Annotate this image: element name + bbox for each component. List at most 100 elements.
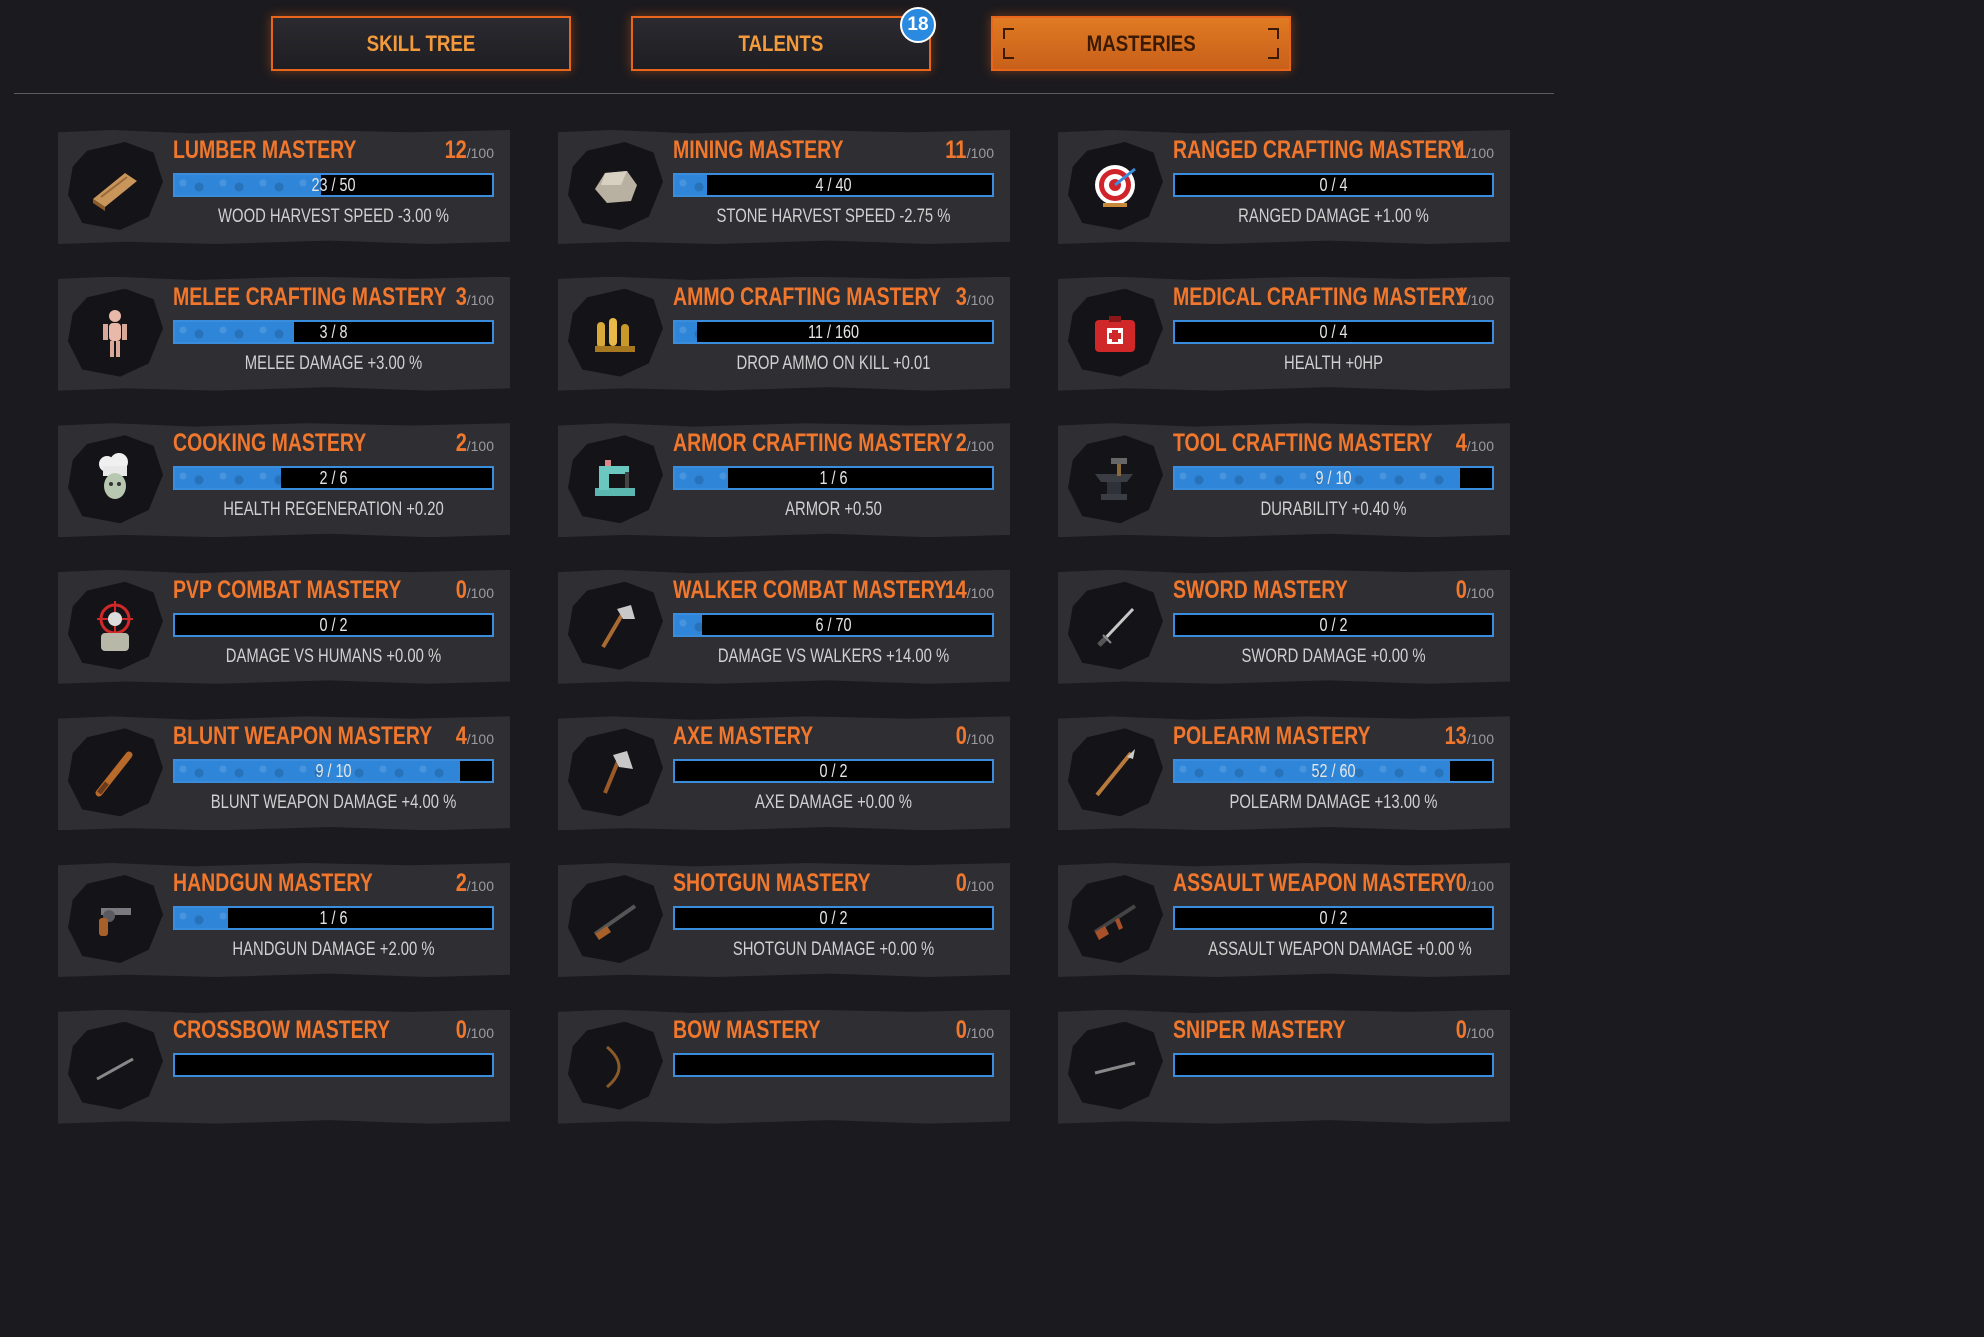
mastery-card[interactable]: SHOTGUN MASTERY 0/100 0 / 2 SHOTGUN DAMA… — [558, 863, 1010, 977]
mastery-effect: HEALTH +0HP — [1284, 352, 1383, 374]
mastery-card[interactable]: BOW MASTERY 0/100 — [558, 1009, 1010, 1124]
medkit-icon — [1080, 299, 1150, 369]
mastery-progress-bar: 52 / 60 — [1173, 759, 1494, 784]
mastery-level-max: /100 — [1466, 438, 1494, 455]
mastery-progress-bar — [673, 1052, 994, 1077]
mastery-level: 12/100 — [439, 136, 495, 165]
mastery-card[interactable]: CROSSBOW MASTERY 0/100 — [58, 1009, 510, 1124]
tab-skill-tree[interactable]: SKILL TREE — [271, 16, 571, 71]
mastery-level-max: /100 — [966, 731, 994, 748]
mastery-progress-text: 6 / 70 — [815, 614, 852, 635]
mastery-progress-bar: 1 / 6 — [673, 466, 994, 491]
bow-icon — [580, 1032, 650, 1102]
mastery-card[interactable]: WALKER COMBAT MASTERY 14/100 6 / 70 DAMA… — [558, 569, 1010, 684]
anvil-icon — [1080, 445, 1150, 515]
mastery-level: 14/100 — [939, 575, 995, 605]
mastery-level-value: 0 — [1455, 575, 1467, 604]
mastery-effect: DROP AMMO ON KILL +0.01 — [736, 352, 931, 374]
mastery-progress-bar — [1173, 1052, 1494, 1077]
mastery-progress-text: 0 / 2 — [819, 908, 848, 928]
mastery-effect: WOOD HARVEST SPEED -3.00 % — [218, 206, 449, 227]
mastery-progress-bar: 0 / 4 — [1173, 319, 1494, 344]
tab-talents[interactable]: TALENTS 18 — [631, 7, 936, 71]
shotgun-icon — [580, 885, 650, 955]
mastery-card[interactable]: AMMO CRAFTING MASTERY 3/100 11 / 160 DRO… — [558, 276, 1010, 391]
soldier-target-icon — [80, 592, 150, 662]
mastery-effect: SWORD DAMAGE +0.00 % — [1241, 645, 1426, 667]
mastery-effect: DURABILITY +0.40 % — [1260, 499, 1407, 521]
mastery-level-value: 4 — [455, 722, 467, 751]
mastery-level: 4/100 — [453, 722, 494, 751]
mastery-progress-text: 52 / 60 — [1311, 761, 1356, 782]
mastery-level: 0/100 — [453, 1016, 494, 1045]
mastery-level: 1/100 — [1453, 136, 1494, 165]
hatchet-icon — [580, 592, 650, 662]
mastery-title: SWORD MASTERY — [1173, 575, 1348, 604]
mastery-level-value: 11 — [945, 136, 967, 164]
mastery-progress-fill — [675, 175, 707, 195]
mastery-progress-bar: 23 / 50 — [173, 173, 494, 197]
mastery-effect: POLEARM DAMAGE +13.00 % — [1229, 792, 1438, 814]
mastery-level-value: 0 — [455, 575, 467, 604]
mastery-title: COOKING MASTERY — [173, 429, 367, 458]
mastery-level: 0/100 — [953, 722, 994, 751]
mastery-card[interactable]: MINING MASTERY 11/100 4 / 40 STONE HARVE… — [558, 130, 1010, 244]
mastery-progress-text — [207, 1055, 461, 1075]
corner-bracket-icon — [1268, 28, 1279, 39]
mastery-progress-text — [1207, 1055, 1461, 1075]
corner-bracket-icon — [1003, 48, 1014, 59]
mastery-level-value: 0 — [1455, 869, 1467, 897]
mastery-card[interactable]: COOKING MASTERY 2/100 2 / 6 HEALTH REGEN… — [58, 423, 510, 538]
mastery-level-value: 2 — [455, 429, 467, 458]
mastery-level: 11/100 — [940, 136, 994, 165]
mastery-card[interactable]: BLUNT WEAPON MASTERY 4/100 9 / 10 BLUNT … — [58, 716, 510, 831]
mastery-card[interactable]: LUMBER MASTERY 12/100 23 / 50 WOOD HARVE… — [58, 130, 510, 244]
mastery-card[interactable]: PVP COMBAT MASTERY 0/100 0 / 2 DAMAGE VS… — [58, 569, 510, 684]
mastery-effect: ARMOR +0.50 — [785, 499, 882, 521]
mastery-level-value: 3 — [955, 282, 967, 311]
mastery-card[interactable]: SNIPER MASTERY 0/100 — [1058, 1009, 1510, 1124]
mastery-title: ASSAULT WEAPON MASTERY — [1173, 869, 1457, 897]
mastery-effect: HANDGUN DAMAGE +2.00 % — [232, 939, 435, 960]
mastery-progress-text: 4 / 40 — [815, 175, 852, 195]
ammo-icon — [580, 299, 650, 369]
mastery-progress-text: 2 / 6 — [319, 468, 348, 489]
mastery-card[interactable]: ASSAULT WEAPON MASTERY 0/100 0 / 2 ASSAU… — [1058, 863, 1510, 977]
target-icon — [1080, 152, 1150, 222]
mastery-effect: MELEE DAMAGE +3.00 % — [244, 352, 423, 374]
mastery-effect: DAMAGE VS HUMANS +0.00 % — [225, 645, 442, 667]
mastery-title: MEDICAL CRAFTING MASTERY — [1173, 282, 1468, 311]
mastery-level: 0/100 — [1453, 869, 1494, 898]
mastery-progress-text: 0 / 4 — [1319, 175, 1348, 195]
mastery-level-max: /100 — [466, 878, 494, 894]
mastery-effect: AXE DAMAGE +0.00 % — [755, 792, 912, 814]
mastery-card[interactable]: ARMOR CRAFTING MASTERY 2/100 1 / 6 ARMOR… — [558, 423, 1010, 538]
mastery-level-value: 0 — [955, 1015, 967, 1044]
mastery-card[interactable]: MELEE CRAFTING MASTERY 3/100 3 / 8 MELEE… — [58, 276, 510, 391]
mastery-level-value: 2 — [955, 429, 967, 458]
tab-masteries[interactable]: MASTERIES — [991, 16, 1291, 71]
mastery-title: MINING MASTERY — [673, 136, 844, 164]
mastery-progress-text: 0 / 2 — [1319, 908, 1348, 928]
polearm-icon — [1080, 738, 1150, 808]
mastery-card[interactable]: POLEARM MASTERY 13/100 52 / 60 POLEARM D… — [1058, 716, 1510, 831]
mastery-card[interactable]: TOOL CRAFTING MASTERY 4/100 9 / 10 DURAB… — [1058, 423, 1510, 538]
mastery-effect: BLUNT WEAPON DAMAGE +4.00 % — [210, 792, 457, 814]
mastery-card[interactable]: MEDICAL CRAFTING MASTERY 1/100 0 / 4 HEA… — [1058, 276, 1510, 391]
mastery-title: CROSSBOW MASTERY — [173, 1015, 391, 1044]
mastery-level-value: 13 — [1444, 722, 1467, 751]
mastery-level: 3/100 — [453, 283, 494, 312]
sword-icon — [1080, 592, 1150, 662]
corner-bracket-icon — [1003, 28, 1014, 39]
mastery-progress-text: 9 / 10 — [315, 761, 352, 782]
mastery-level-value: 1 — [1455, 282, 1467, 311]
mastery-effect: HEALTH REGENERATION +0.20 — [223, 499, 444, 521]
mastery-card[interactable]: HANDGUN MASTERY 2/100 1 / 6 HANDGUN DAMA… — [58, 863, 510, 977]
mastery-card[interactable]: RANGED CRAFTING MASTERY 1/100 0 / 4 RANG… — [1058, 130, 1510, 244]
mastery-card[interactable]: AXE MASTERY 0/100 0 / 2 AXE DAMAGE +0.00… — [558, 716, 1010, 831]
mastery-card[interactable]: SWORD MASTERY 0/100 0 / 2 SWORD DAMAGE +… — [1058, 569, 1510, 684]
mastery-level: 2/100 — [453, 429, 494, 458]
tab-skill-tree-label: SKILL TREE — [366, 30, 476, 56]
mastery-level: 0/100 — [953, 869, 994, 898]
mastery-level-value: 14 — [944, 575, 967, 604]
